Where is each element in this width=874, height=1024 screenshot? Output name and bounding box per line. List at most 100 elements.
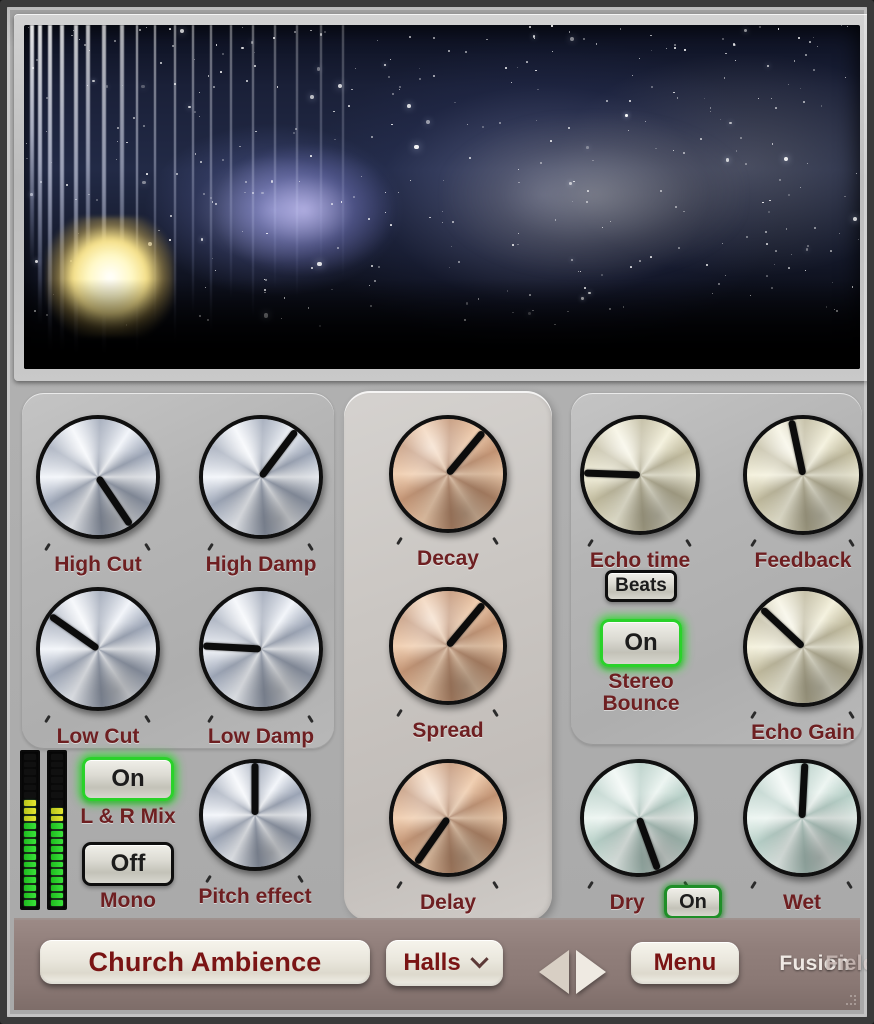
vu-segment [24,884,36,891]
vu-segment [24,807,36,814]
vu-segment [51,884,63,891]
vu-segment [51,854,63,860]
knob-dial[interactable] [199,759,311,871]
vu-segment [24,869,36,876]
vu-segment [24,792,36,799]
knob-echo-time[interactable]: Echo time [580,415,700,572]
vu-segment [24,838,36,845]
brand-logo: Fusion Field [779,952,867,976]
vu-segment [51,846,63,853]
plugin-window: High Cut High Damp Low Cut Low Damp On L… [0,0,874,1024]
vu-segment [51,815,63,822]
knob-dial[interactable] [389,415,507,533]
stereo-bounce-toggle[interactable]: On [600,619,682,667]
knob-label-feedback: Feedback [754,549,852,572]
vu-segment [24,830,36,837]
knob-delay[interactable]: Delay [389,759,507,914]
vu-segment [51,877,63,883]
knob-dry[interactable]: Dry [580,759,698,914]
knob-dial[interactable] [580,759,698,877]
stereo-bounce-caption-line1: Stereo [608,670,674,693]
knob-feedback[interactable]: Feedback [743,415,863,572]
vu-segment [24,892,36,899]
vu-segment [24,823,36,829]
vu-meter-right [47,750,67,910]
chevron-down-icon [469,949,489,968]
vu-segment [24,800,36,806]
vu-segment [51,838,63,845]
vu-segment [51,792,63,799]
beats-button-label: Beats [615,575,667,596]
mono-caption: Mono [100,889,156,912]
vu-segment [51,823,63,829]
vu-segment [24,753,36,760]
controls-area: High Cut High Damp Low Cut Low Damp On L… [14,387,867,927]
knob-low-damp[interactable]: Low Damp [199,587,323,748]
knob-label-delay: Delay [419,891,477,914]
next-preset-button[interactable] [576,950,606,994]
vu-segment [51,892,63,899]
prev-preset-button[interactable] [539,950,569,994]
vu-segment [24,877,36,883]
vu-segment [51,900,63,906]
vu-segment [24,861,36,868]
stereo-bounce-caption: Stereo Bounce [602,671,679,715]
knob-dial[interactable] [743,759,861,877]
vu-segment [24,815,36,822]
knob-high-damp[interactable]: High Damp [199,415,323,576]
vu-meters [20,750,67,910]
preset-name-text: Church Ambience [88,946,322,977]
vu-meter-left [20,750,40,910]
knob-dial[interactable] [743,415,863,535]
knob-echo-gain[interactable]: Echo Gain [743,587,863,744]
knob-dial[interactable] [389,759,507,877]
vu-segment [51,777,63,783]
vu-segment [24,846,36,853]
knob-label-low-damp: Low Damp [207,725,315,748]
lr-mix-toggle-label: On [111,765,145,792]
menu-button-label: Menu [653,949,717,976]
bottom-toolbar: Church Ambience Halls Menu Fusion Field [14,918,867,1010]
knob-decay[interactable]: Decay [389,415,507,570]
knob-label-high-cut: High Cut [54,553,142,576]
vu-segment [51,807,63,814]
vu-segment [51,769,63,776]
mono-toggle[interactable]: Off [82,842,174,886]
category-select-label: Halls [403,949,461,976]
knob-label-wet: Wet [782,891,822,914]
vu-segment [51,869,63,876]
knob-dial[interactable] [389,587,507,705]
knob-label-low-cut: Low Cut [56,725,140,748]
vu-segment [51,761,63,768]
knob-dial[interactable] [36,587,160,711]
knob-dial[interactable] [743,587,863,707]
mono-toggle-label: Off [110,850,146,877]
knob-label-dry: Dry [609,891,645,914]
stereo-bounce-toggle-label: On [624,629,658,656]
knob-dial[interactable] [36,415,160,539]
knob-dial[interactable] [199,415,323,539]
beats-button[interactable]: Beats [605,570,677,602]
knob-wet[interactable]: Wet [743,759,861,914]
knob-dial[interactable] [580,415,700,535]
brand-secondary-text: Field [825,952,874,975]
dry-wet-on-toggle[interactable]: On [664,885,722,919]
vu-segment [24,769,36,776]
menu-button[interactable]: Menu [631,942,739,984]
lr-mix-caption: L & R Mix [80,805,176,828]
knob-spread[interactable]: Spread [389,587,507,742]
lr-mix-toggle[interactable]: On [82,757,174,801]
knob-high-cut[interactable]: High Cut [36,415,160,576]
resize-grip[interactable] [840,995,856,1007]
category-select[interactable]: Halls [386,940,503,986]
preset-name-field[interactable]: Church Ambience [40,940,370,984]
knob-label-spread: Spread [412,719,484,742]
knob-pitch-effect[interactable]: Pitch effect [198,759,312,908]
vu-segment [24,900,36,906]
vu-segment [51,800,63,806]
knob-label-pitch-effect: Pitch effect [198,885,312,908]
artwork-bottom-fade [24,279,860,369]
knob-low-cut[interactable]: Low Cut [36,587,160,748]
knob-dial[interactable] [199,587,323,711]
vu-segment [24,761,36,768]
